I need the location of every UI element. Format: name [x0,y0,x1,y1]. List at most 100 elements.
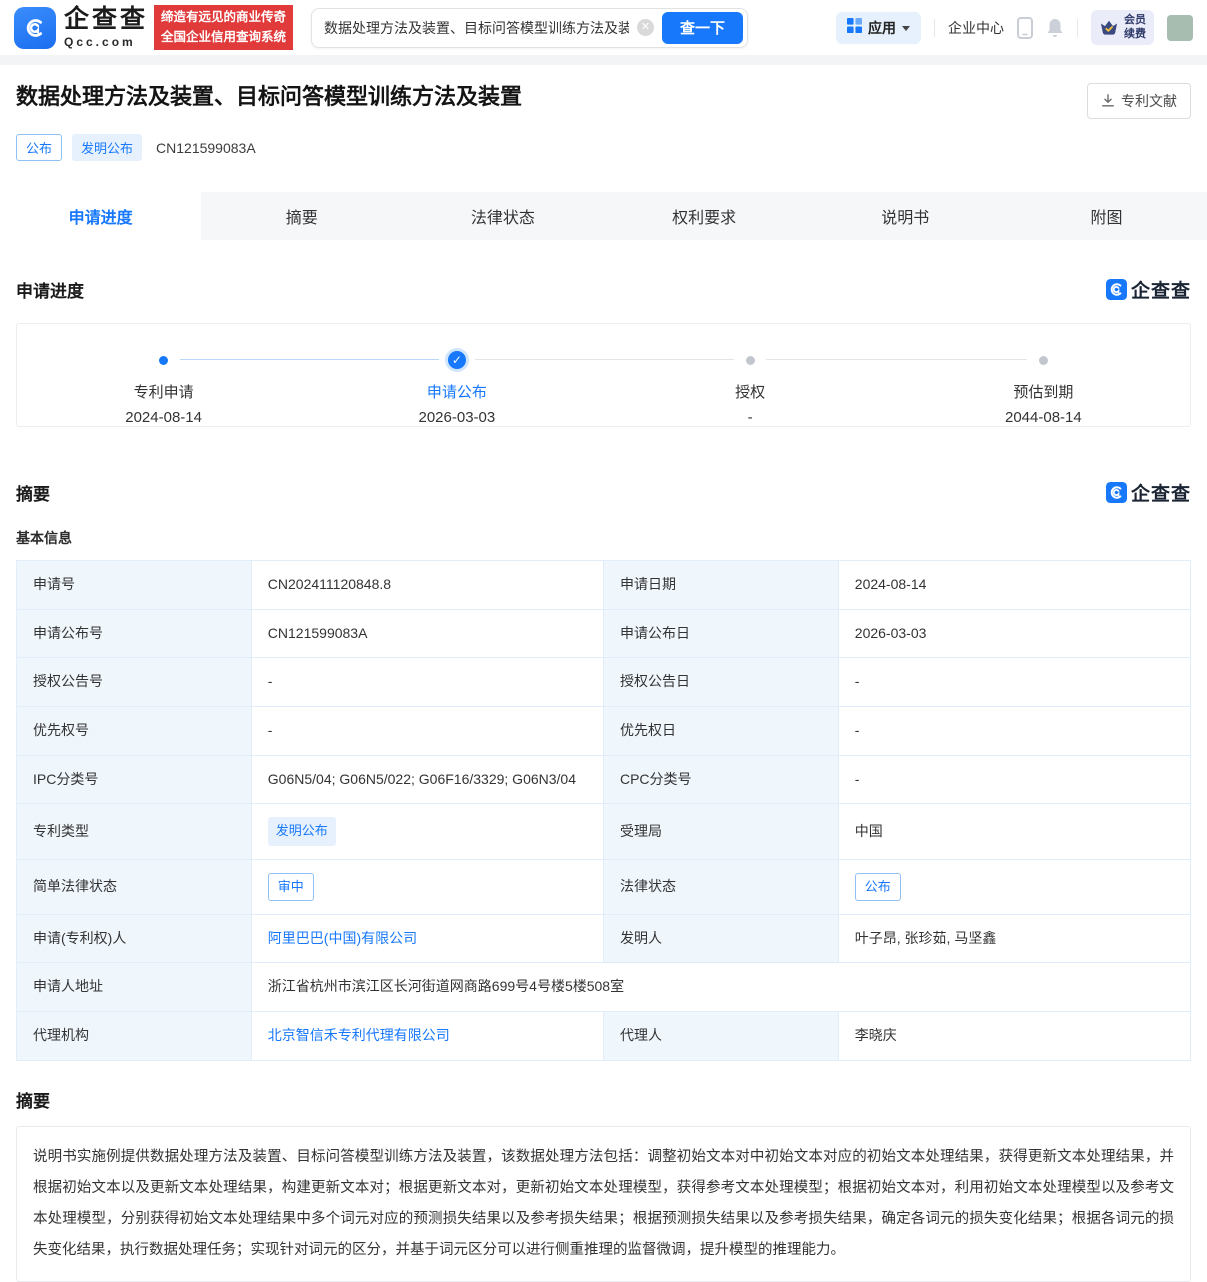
crown-icon [1099,19,1119,36]
clear-search-icon[interactable]: ✕ [637,19,654,36]
field-value-applicant-address: 浙江省杭州市滨江区长河街道网商路699号4号楼5楼508室 [251,963,1190,1012]
slogan-line-2: 全国企业信用查询系统 [161,28,286,47]
section-title-summary: 摘要 [16,480,50,505]
legal-status-badge-pending: 审中 [268,873,314,901]
field-value-inventors: 叶子昂, 张珍茹, 马坚鑫 [838,914,1190,963]
step-date: 2024-08-14 [125,409,202,426]
field-value-legal-status: 公布 [838,859,1190,914]
field-label: 简单法律状态 [17,859,252,914]
field-value-grant-number: - [251,658,603,707]
search-button[interactable]: 查一下 [662,12,743,44]
field-value-priority-date: - [838,707,1190,756]
field-label: 代理人 [603,1012,838,1061]
field-label: 受理局 [603,804,838,859]
apps-menu-button[interactable]: 应用 [836,12,921,44]
application-progress-section: 申请进度 企查查 专利申请 2024-08-14 ✓ 申请公布 2026-03-… [0,276,1207,427]
search-input[interactable] [324,20,629,36]
patent-type-badge: 发明公布 [268,817,336,845]
field-label: 专利类型 [17,804,252,859]
chevron-down-icon [902,26,910,31]
field-value-patent-type: 发明公布 [251,804,603,859]
applicant-link[interactable]: 阿里巴巴(中国)有限公司 [268,930,417,946]
field-label: 申请号 [17,561,252,610]
patent-title-section: 数据处理方法及装置、目标问答模型训练方法及装置 专利文献 公布 发明公布 CN1… [0,65,1207,192]
field-label: 申请人地址 [17,963,252,1012]
notification-bell-icon[interactable] [1046,18,1064,38]
user-avatar[interactable] [1167,15,1193,41]
timeline-step-grant: 授权 - [604,324,897,426]
page-title: 数据处理方法及装置、目标问答模型训练方法及装置 [16,83,522,112]
field-value-receiving-office: 中国 [838,804,1190,859]
qcc-logo[interactable]: 企查查 Qcc.com [14,7,148,49]
tab-bar: 申请进度 摘要 法律状态 权利要求 说明书 附图 [0,192,1207,240]
table-row: 申请人地址 浙江省杭州市滨江区长河街道网商路699号4号楼5楼508室 [17,963,1191,1012]
qcc-watermark-text: 企查查 [1131,276,1191,303]
field-value-application-date: 2024-08-14 [838,561,1190,610]
table-row: 简单法律状态 审中 法律状态 公布 [17,859,1191,914]
apps-grid-icon [847,18,862,38]
table-row: IPC分类号 G06N5/04; G06N5/022; G06F16/3329;… [17,755,1191,804]
member-renew-button[interactable]: 会员 续费 [1091,10,1154,44]
field-value-simple-legal-status: 审中 [251,859,603,914]
search-bar[interactable]: ✕ 查一下 [311,8,748,48]
field-label: IPC分类号 [17,755,252,804]
field-label: 申请(专利权)人 [17,914,252,963]
timeline-step-filing: 专利申请 2024-08-14 [17,324,310,426]
download-icon [1101,94,1115,108]
step-dot-pending [1039,356,1048,365]
tab-claims[interactable]: 权利要求 [604,192,805,240]
table-row: 专利类型 发明公布 受理局 中国 [17,804,1191,859]
type-badge-invention: 发明公布 [72,134,142,161]
timeline-segment [766,359,1027,360]
field-label: 代理机构 [17,1012,252,1061]
field-label: 优先权号 [17,707,252,756]
tab-abstract[interactable]: 摘要 [201,192,402,240]
basic-info-table: 申请号 CN202411120848.8 申请日期 2024-08-14 申请公… [16,560,1191,1061]
field-label: 发明人 [603,914,838,963]
step-dot-pending [746,356,755,365]
tab-figures[interactable]: 附图 [1006,192,1207,240]
field-value-application-number: CN202411120848.8 [251,561,603,610]
tab-application-progress[interactable]: 申请进度 [0,192,201,240]
section-title-abstract: 摘要 [16,1087,50,1112]
brand-name: 企查查 [64,7,148,32]
apps-label: 应用 [868,18,896,38]
field-label: 申请日期 [603,561,838,610]
field-label: 法律状态 [603,859,838,914]
mobile-phone-icon[interactable] [1017,17,1033,39]
qcc-watermark-text: 企查查 [1131,479,1191,506]
enterprise-center-link[interactable]: 企业中心 [948,18,1004,38]
qcc-logo-icon [14,7,56,49]
patent-number: CN121599083A [156,140,256,156]
field-value-grant-date: - [838,658,1190,707]
brand-text: 企查查 Qcc.com [64,7,148,48]
slogan-line-1: 缔造有远见的商业传奇 [161,8,286,27]
patent-document-label: 专利文献 [1121,91,1177,111]
table-row: 优先权号 - 优先权日 - [17,707,1191,756]
summary-section: 摘要 企查查 基本信息 申请号 CN202411120848.8 申请日期 20… [0,479,1207,1282]
brand-domain: Qcc.com [64,36,148,48]
section-title-progress: 申请进度 [16,277,84,302]
tab-legal-status[interactable]: 法律状态 [402,192,603,240]
header-separator [0,55,1207,65]
field-value-priority-number: - [251,707,603,756]
step-date: - [748,409,753,426]
timeline-step-publication: ✓ 申请公布 2026-03-03 [310,324,603,426]
step-date: 2044-08-14 [1005,409,1082,426]
status-badge-publish: 公布 [16,134,62,161]
patent-document-button[interactable]: 专利文献 [1087,83,1191,119]
agency-link[interactable]: 北京智信禾专利代理有限公司 [268,1027,450,1043]
top-header: 企查查 Qcc.com 缔造有远见的商业传奇 全国企业信用查询系统 ✕ 查一下 … [0,0,1207,55]
step-label: 申请公布 [427,381,487,402]
timeline-step-expiry: 预估到期 2044-08-14 [897,324,1190,426]
field-value-agency: 北京智信禾专利代理有限公司 [251,1012,603,1061]
tab-description[interactable]: 说明书 [805,192,1006,240]
qcc-watermark: 企查查 [1106,479,1191,506]
step-label: 授权 [735,381,765,402]
progress-timeline: 专利申请 2024-08-14 ✓ 申请公布 2026-03-03 授权 - 预… [16,323,1191,427]
table-row: 申请公布号 CN121599083A 申请公布日 2026-03-03 [17,609,1191,658]
field-value-cpc-class: - [838,755,1190,804]
table-row: 授权公告号 - 授权公告日 - [17,658,1191,707]
brand-slogan: 缔造有远见的商业传奇 全国企业信用查询系统 [154,5,293,50]
field-label: 授权公告号 [17,658,252,707]
